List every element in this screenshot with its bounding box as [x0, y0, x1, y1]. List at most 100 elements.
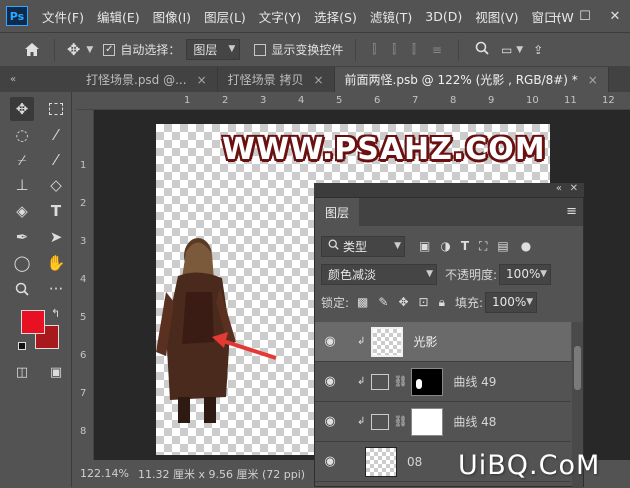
lock-all-icon[interactable]: 🔒︎ — [439, 295, 445, 310]
ruler-tick: 9 — [488, 95, 495, 106]
visibility-eye-icon[interactable]: ◉ — [315, 334, 345, 349]
home-icon[interactable] — [18, 42, 46, 57]
ruler-tick: 1 — [184, 95, 191, 106]
share-icon[interactable]: ⇪ — [533, 43, 543, 57]
ruler-tick: 2 — [80, 198, 87, 209]
link-icon: ⛓ — [393, 375, 408, 388]
chevron-down-icon[interactable]: ▼ — [86, 45, 93, 55]
blend-mode-dropdown[interactable]: 颜色减淡 ▼ — [321, 263, 437, 285]
chevron-down-icon: ▼ — [526, 296, 534, 307]
menu-filter[interactable]: 滤镜(T) — [370, 7, 412, 26]
lasso-tool-icon[interactable]: ◌ — [10, 123, 34, 147]
ruler-tick: 3 — [80, 236, 87, 247]
workspace-icon[interactable]: ▭ — [501, 43, 512, 57]
visibility-eye-icon[interactable]: ◉ — [315, 454, 345, 469]
image-filter-icon[interactable]: ▣ — [419, 239, 430, 253]
mask-white-spot — [416, 378, 423, 389]
default-colors-icon[interactable] — [18, 342, 26, 350]
shape-filter-icon[interactable]: ⛶ — [479, 239, 487, 254]
close-panel-icon[interactable]: ✕ — [570, 183, 578, 194]
lock-transparent-icon[interactable]: ▩ — [357, 295, 368, 309]
blend-opacity-row: 颜色减淡 ▼ 不透明度: 100% ▼ — [315, 262, 583, 286]
lock-paint-icon[interactable]: ✎ — [378, 295, 388, 309]
brush-tool-icon[interactable]: ⁄ — [44, 148, 68, 172]
swap-colors-icon[interactable]: ↰ — [51, 307, 60, 320]
menu-3d[interactable]: 3D(D) — [425, 9, 462, 24]
layer-row[interactable]: ◉ ↲ ⛓ 曲线 48 — [315, 402, 571, 442]
close-icon[interactable]: × — [313, 73, 323, 87]
layer-row[interactable]: ◉ ↲ ⛓ 曲线 49 — [315, 362, 571, 402]
layer-filter-value: 类型 — [343, 239, 368, 254]
type-tool-icon[interactable]: T — [44, 199, 68, 223]
close-icon[interactable]: × — [197, 73, 207, 87]
chevron-down-icon[interactable]: ▼ — [516, 45, 523, 55]
layer-row[interactable]: ◉ ↲ 光影 — [315, 322, 571, 362]
screen-mode-icon[interactable]: ▣ — [44, 360, 68, 384]
clip-indicator-icon: ↲ — [357, 416, 366, 427]
align-left-icon[interactable]: ⫿ — [372, 42, 376, 57]
menu-select[interactable]: 选择(S) — [314, 7, 357, 26]
align-center-icon[interactable]: ⫿ — [392, 42, 396, 57]
tab-title: 打怪场景 拷贝 — [227, 73, 304, 87]
distribute-icon[interactable]: ≡ — [432, 43, 442, 57]
more-tools-icon[interactable]: ··· — [44, 277, 68, 301]
ruler-tick: 6 — [80, 350, 87, 361]
menu-view[interactable]: 视图(V) — [475, 7, 518, 26]
divider — [457, 38, 459, 61]
scrollbar-thumb[interactable] — [574, 346, 581, 390]
collapse-panels-icon[interactable]: « — [0, 74, 26, 85]
tab-document-2[interactable]: 打怪场景 拷贝 × — [217, 67, 335, 92]
align-right-icon[interactable]: ⫿ — [412, 42, 416, 57]
menu-bar: Ps 文件(F) 编辑(E) 图像(I) 图层(L) 文字(Y) 选择(S) 滤… — [0, 0, 630, 32]
document-info: 11.32 厘米 x 9.56 厘米 (72 ppi) — [138, 467, 306, 481]
close-button[interactable]: ✕ — [600, 9, 630, 24]
type-filter-icon[interactable]: T — [461, 239, 469, 253]
maximize-button[interactable]: ☐ — [570, 9, 600, 24]
foreground-color-swatch[interactable] — [21, 310, 45, 334]
opacity-input[interactable]: 100% ▼ — [499, 263, 552, 285]
ruler-tick: 8 — [80, 426, 87, 437]
search-icon[interactable] — [475, 41, 489, 58]
tab-layers[interactable]: 图层 — [315, 198, 360, 226]
fill-input[interactable]: 100% ▼ — [485, 291, 538, 313]
divider — [355, 38, 357, 61]
stamp-tool-icon[interactable]: ⊥ — [10, 173, 34, 197]
collapse-panel-icon[interactable]: « — [556, 183, 562, 194]
menu-edit[interactable]: 编辑(E) — [97, 7, 140, 26]
lock-artboard-icon[interactable]: ⊡ — [419, 295, 429, 309]
eraser-tool-icon[interactable]: ◇ — [44, 173, 68, 197]
zoom-level[interactable]: 122.14% — [80, 467, 132, 480]
filter-toggle-icon[interactable]: ● — [521, 239, 531, 253]
close-icon[interactable]: × — [588, 73, 598, 87]
zoom-tool-icon[interactable] — [10, 277, 34, 301]
pen-tool-icon[interactable]: ✒ — [10, 225, 34, 249]
show-transform-label: 显示变换控件 — [271, 43, 344, 57]
menu-layer[interactable]: 图层(L) — [204, 7, 246, 26]
smart-object-filter-icon[interactable]: ▤ — [497, 239, 508, 253]
path-select-icon[interactable]: ➤ — [44, 225, 68, 249]
hand-tool-icon[interactable]: ✋ — [44, 251, 68, 275]
layer-filter-dropdown[interactable]: 类型 ▼ — [321, 235, 405, 257]
adjustment-filter-icon[interactable]: ◑ — [440, 239, 450, 253]
ellipse-tool-icon[interactable]: ◯ — [10, 251, 34, 275]
menu-type[interactable]: 文字(Y) — [259, 7, 301, 26]
move-tool-icon[interactable]: ✥ — [10, 97, 34, 121]
move-tool-icon[interactable]: ✥ — [67, 40, 80, 59]
tab-document-1[interactable]: 打怪场景.psd @... × — [76, 67, 218, 92]
eyedropper-icon[interactable]: ⌿ — [10, 148, 34, 172]
minimize-button[interactable]: — — [540, 9, 570, 24]
visibility-eye-icon[interactable]: ◉ — [315, 374, 345, 389]
menu-file[interactable]: 文件(F) — [42, 7, 84, 26]
paint-bucket-icon[interactable]: ◈ — [10, 199, 34, 223]
quick-mask-icon[interactable]: ◫ — [10, 360, 34, 384]
panel-menu-icon[interactable]: ≡ — [566, 204, 577, 219]
visibility-eye-icon[interactable]: ◉ — [315, 414, 345, 429]
auto-select-checkbox[interactable]: ✓ — [103, 43, 116, 56]
lock-position-icon[interactable]: ✥ — [398, 295, 408, 309]
magic-wand-icon[interactable]: ⁄ — [44, 123, 68, 147]
show-transform-checkbox[interactable] — [254, 43, 267, 56]
marquee-tool-icon[interactable] — [44, 97, 68, 121]
auto-select-target-dropdown[interactable]: 图层 ▼ — [186, 39, 241, 60]
menu-image[interactable]: 图像(I) — [153, 7, 191, 26]
tab-document-3[interactable]: 前面两怪.psb @ 122% (光影 , RGB/8#) * × — [334, 67, 609, 92]
